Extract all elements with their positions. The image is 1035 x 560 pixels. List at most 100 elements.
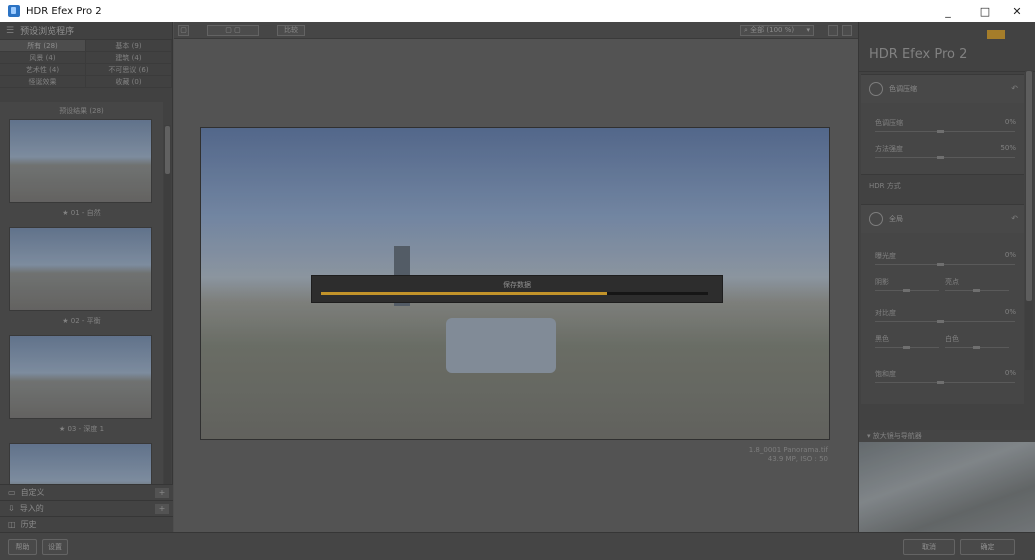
hdr-method-row[interactable]: HDR 方式 (861, 174, 1024, 198)
file-meta: 43.9 MP, ISO : 50 (767, 455, 828, 463)
saturation-slider[interactable] (875, 381, 1015, 384)
loupe-navigator-title: 放大镜与导航器 (872, 432, 922, 440)
loupe-preview-image[interactable] (859, 442, 1035, 532)
compare-button[interactable]: 比较 (277, 25, 305, 36)
pair-label: 白色 (945, 335, 959, 343)
pair-label: 亮点 (945, 278, 959, 286)
pair-label: 黑色 (875, 335, 889, 343)
category-landscape[interactable]: 风景 (4) (0, 52, 86, 64)
preview-area: ▢ ▢ ▢ 比较 ⌕ 全部 (100 %) ▾ 保存数据 1.8_0001 Pan… (174, 22, 858, 532)
preset-browser-header: ☰ 预设浏览程序 (0, 22, 172, 40)
history-row[interactable]: ◫ 历史 (0, 516, 173, 532)
slider-knob[interactable] (937, 381, 944, 384)
cancel-button[interactable]: 取消 (903, 539, 955, 555)
progress-track (321, 292, 708, 295)
category-grunge[interactable]: 怪诞效果 (0, 76, 86, 88)
param-value: 50% (1000, 144, 1016, 152)
scrollbar-thumb[interactable] (1026, 71, 1032, 301)
preset-thumbnail[interactable] (9, 335, 152, 419)
param-value: 0% (1004, 308, 1016, 316)
method-strength-slider[interactable] (875, 156, 1015, 159)
title-bar: HDR Efex Pro 2 _ □ ✕ (0, 0, 1035, 22)
background-color-button[interactable] (828, 25, 838, 36)
custom-presets-label: 自定义 (20, 488, 45, 497)
close-button[interactable]: ✕ (1000, 0, 1034, 22)
highlights-slider[interactable] (945, 289, 1009, 292)
maximize-button[interactable]: □ (968, 0, 1002, 22)
preset-label: ★ 01 - 自然 (62, 209, 101, 217)
window-title: HDR Efex Pro 2 (26, 5, 102, 17)
slider-knob[interactable] (937, 130, 944, 133)
split-view-button[interactable]: ▢ ▢ (207, 25, 259, 36)
category-all[interactable]: 所有 (28) (0, 40, 86, 52)
global-adjustments-title: 全局 (889, 215, 903, 223)
preview-toolbar: ▢ ▢ ▢ 比较 ⌕ 全部 (100 %) ▾ (174, 22, 858, 39)
global-adjustments-header[interactable]: 全局 ↶ (861, 205, 1024, 233)
tone-compression-header[interactable]: 色调压缩 ↶ (861, 75, 1024, 103)
preset-thumbnail[interactable] (9, 227, 152, 311)
import-preset-button[interactable]: + (155, 504, 169, 514)
slider-knob[interactable] (937, 156, 944, 159)
product-name: HDR Efex Pro 2 (869, 47, 968, 62)
slider-knob[interactable] (973, 289, 980, 292)
tone-compression-title: 色调压缩 (889, 85, 917, 93)
bottom-bar: 帮助 设置 取消 确定 (0, 532, 1035, 560)
category-surreal[interactable]: 不可思议 (6) (86, 64, 172, 76)
imported-presets-row[interactable]: ⇩ 导入的 + (0, 500, 173, 516)
image-building-shape (446, 318, 556, 373)
blacks-slider[interactable] (875, 346, 939, 349)
adjustment-panel: HDR Efex Pro 2 色调压缩 ↶ 色调压缩 0% 方法强度 50% H… (858, 22, 1035, 532)
param-label: 对比度 (875, 309, 896, 317)
category-favorites[interactable]: 收藏 (0) (86, 76, 172, 88)
custom-presets-row[interactable]: ▭ 自定义 + (0, 484, 173, 500)
minimize-button[interactable]: _ (931, 0, 965, 22)
shadows-slider[interactable] (875, 289, 939, 292)
param-label: 色调压缩 (875, 119, 903, 127)
slider-knob[interactable] (937, 320, 944, 323)
preset-label: ★ 03 - 深度 1 (58, 425, 105, 433)
slider-knob[interactable] (903, 289, 910, 292)
slider-knob[interactable] (973, 346, 980, 349)
loupe-navigator: ▾ 放大镜与导航器 (859, 430, 1035, 532)
reset-icon[interactable]: ↶ (1011, 84, 1018, 93)
add-custom-preset-button[interactable]: + (155, 488, 169, 498)
tone-compression-slider[interactable] (875, 130, 1015, 133)
help-button[interactable]: 帮助 (8, 539, 37, 555)
param-label: 方法强度 (875, 145, 903, 153)
app-icon (8, 5, 20, 17)
category-artistic[interactable]: 艺术性 (4) (0, 64, 86, 76)
history-label: 历史 (20, 520, 37, 529)
exposure-slider[interactable] (875, 263, 1015, 266)
progress-fill (321, 292, 608, 295)
whites-slider[interactable] (945, 346, 1009, 349)
loupe-navigator-header[interactable]: ▾ 放大镜与导航器 (859, 430, 1035, 442)
slider-knob[interactable] (937, 263, 944, 266)
category-basic[interactable]: 基本 (9) (86, 40, 172, 52)
preset-scrollbar[interactable] (164, 125, 171, 505)
ok-button[interactable]: 确定 (960, 539, 1015, 555)
imported-presets-label: 导入的 (19, 504, 44, 513)
reset-icon[interactable]: ↶ (1011, 214, 1018, 223)
settings-button[interactable]: 设置 (42, 539, 68, 555)
adjustment-scrollbar[interactable] (1025, 70, 1033, 370)
scrollbar-thumb[interactable] (165, 126, 170, 174)
single-view-button[interactable]: ▢ (178, 25, 189, 36)
history-icon: ◫ (8, 520, 16, 529)
folder-icon: ▭ (8, 488, 16, 497)
param-label: 曝光度 (875, 252, 896, 260)
panel-toggle-button[interactable] (842, 25, 852, 36)
import-icon: ⇩ (8, 504, 15, 513)
slider-knob[interactable] (903, 346, 910, 349)
zoom-value: 全部 (100 %) (750, 26, 795, 34)
menu-icon[interactable]: ☰ (6, 26, 14, 36)
progress-title: 保存数据 (503, 281, 531, 289)
category-architecture[interactable]: 建筑 (4) (86, 52, 172, 64)
chevron-down-icon: ▾ (806, 26, 810, 34)
preset-browser-panel: ☰ 预设浏览程序 所有 (28) 基本 (9) 风景 (4) 建筑 (4) 艺术… (0, 22, 173, 532)
contrast-slider[interactable] (875, 320, 1015, 323)
zoom-select[interactable]: ⌕ 全部 (100 %) ▾ (740, 25, 814, 36)
preset-thumbnail[interactable] (9, 119, 152, 203)
nik-logo (987, 30, 1005, 39)
preset-browser-title: 预设浏览程序 (20, 27, 75, 37)
param-value: 0% (1004, 369, 1016, 377)
